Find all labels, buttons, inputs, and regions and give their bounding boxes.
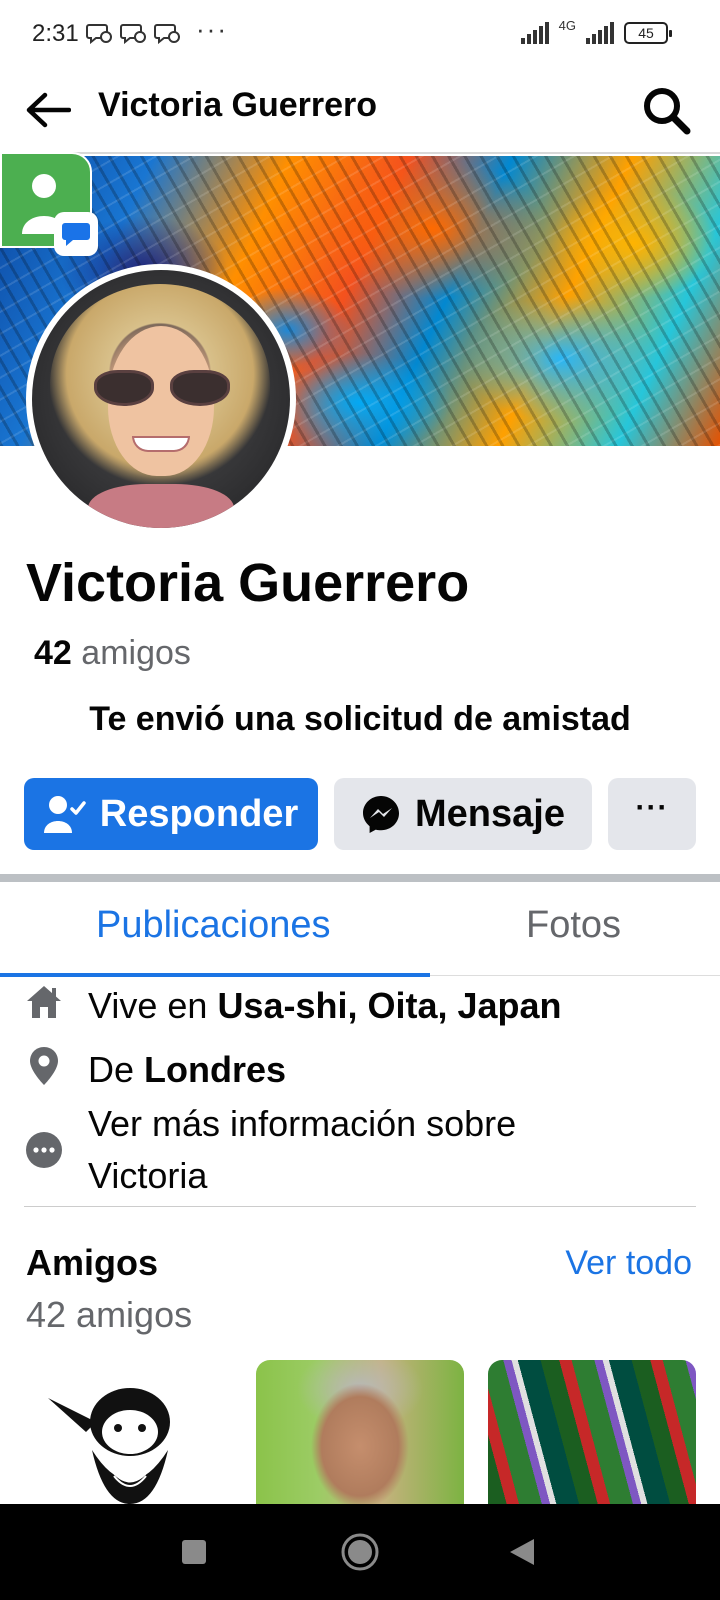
detail-lives-in: Vive en Usa-shi, Oita, Japan bbox=[24, 980, 562, 1032]
messenger-notification-icon bbox=[120, 24, 146, 44]
search-icon bbox=[644, 88, 691, 135]
messenger-icon bbox=[363, 796, 400, 833]
system-navigation-bar bbox=[0, 1504, 720, 1600]
home-button[interactable] bbox=[336, 1528, 384, 1576]
tab-photos[interactable]: Fotos bbox=[526, 904, 621, 947]
active-tab-indicator bbox=[0, 973, 430, 977]
lives-in-prefix: Vive en bbox=[88, 985, 218, 1026]
more-dots-icon: ··· bbox=[635, 791, 669, 824]
more-notifications-indicator: ··· bbox=[196, 14, 228, 44]
message-button-label: Mensaje bbox=[415, 792, 565, 835]
detail-from: De Londres bbox=[24, 1044, 286, 1096]
details-divider bbox=[24, 1206, 696, 1207]
tab-posts[interactable]: Publicaciones bbox=[96, 904, 330, 947]
network-type-label: 4G bbox=[558, 17, 576, 33]
notification-icons bbox=[86, 22, 180, 44]
contacts-overlay-icon[interactable] bbox=[0, 152, 98, 256]
friend-card[interactable] bbox=[488, 1360, 696, 1504]
person-check-icon bbox=[43, 796, 86, 833]
square-icon bbox=[182, 1540, 206, 1564]
section-divider bbox=[0, 874, 720, 882]
respond-button-label: Responder bbox=[99, 792, 299, 835]
recent-apps-button[interactable] bbox=[170, 1528, 218, 1576]
location-pin-icon bbox=[24, 1046, 64, 1086]
messenger-notification-icon bbox=[154, 24, 180, 44]
avatar-photo bbox=[32, 270, 290, 528]
respond-button[interactable]: Responder bbox=[24, 778, 318, 850]
friends-count-label: amigos bbox=[81, 634, 191, 672]
lives-in-place[interactable]: Usa-shi, Oita, Japan bbox=[217, 985, 561, 1026]
signal-icon bbox=[586, 22, 614, 44]
friends-count-number: 42 bbox=[34, 634, 72, 672]
message-button[interactable]: Mensaje bbox=[334, 778, 592, 850]
more-options-button[interactable]: ··· bbox=[608, 778, 696, 850]
arrow-left-icon bbox=[26, 92, 71, 128]
search-button[interactable] bbox=[636, 80, 696, 140]
friend-request-notice: Te envió una solicitud de amistad bbox=[89, 700, 631, 738]
profile-picture[interactable] bbox=[26, 264, 296, 534]
more-info-link: Ver más información sobre Victoria bbox=[88, 1103, 517, 1196]
friend-card[interactable] bbox=[26, 1360, 234, 1504]
status-time: 2:31 bbox=[32, 20, 79, 47]
chat-bubble-icon bbox=[54, 212, 98, 256]
from-prefix: De bbox=[88, 1049, 145, 1090]
messenger-notification-icon bbox=[86, 24, 112, 44]
profile-actions: Responder Mensaje ··· bbox=[24, 778, 696, 850]
top-app-bar: Victoria Guerrero bbox=[0, 70, 720, 154]
system-back-button[interactable] bbox=[498, 1528, 546, 1576]
page-title: Victoria Guerrero bbox=[98, 86, 378, 124]
triangle-back-icon bbox=[510, 1539, 534, 1565]
profile-name: Victoria Guerrero bbox=[26, 553, 470, 613]
friends-section-title: Amigos bbox=[26, 1242, 159, 1283]
home-icon bbox=[24, 982, 64, 1022]
status-bar: 2:31 ··· 4G 45 bbox=[0, 0, 720, 70]
see-all-friends-link[interactable]: Ver todo bbox=[565, 1244, 692, 1283]
from-place[interactable]: Londres bbox=[144, 1049, 286, 1090]
battery-icon: 45 bbox=[624, 22, 672, 44]
profile-tabs: Publicaciones Fotos bbox=[0, 882, 720, 977]
friends-count[interactable]: 42 amigos bbox=[34, 634, 191, 673]
friend-card[interactable] bbox=[256, 1360, 464, 1504]
friends-section-count: 42 amigos bbox=[26, 1294, 193, 1335]
more-dots-icon bbox=[24, 1130, 64, 1170]
circle-icon bbox=[341, 1533, 379, 1571]
back-button[interactable] bbox=[22, 84, 74, 136]
signal-icon bbox=[520, 22, 549, 44]
status-indicators: 4G 45 bbox=[519, 18, 672, 44]
friend-avatar bbox=[48, 1388, 170, 1504]
detail-more-info[interactable]: Ver más información sobre Victoria bbox=[24, 1098, 578, 1202]
